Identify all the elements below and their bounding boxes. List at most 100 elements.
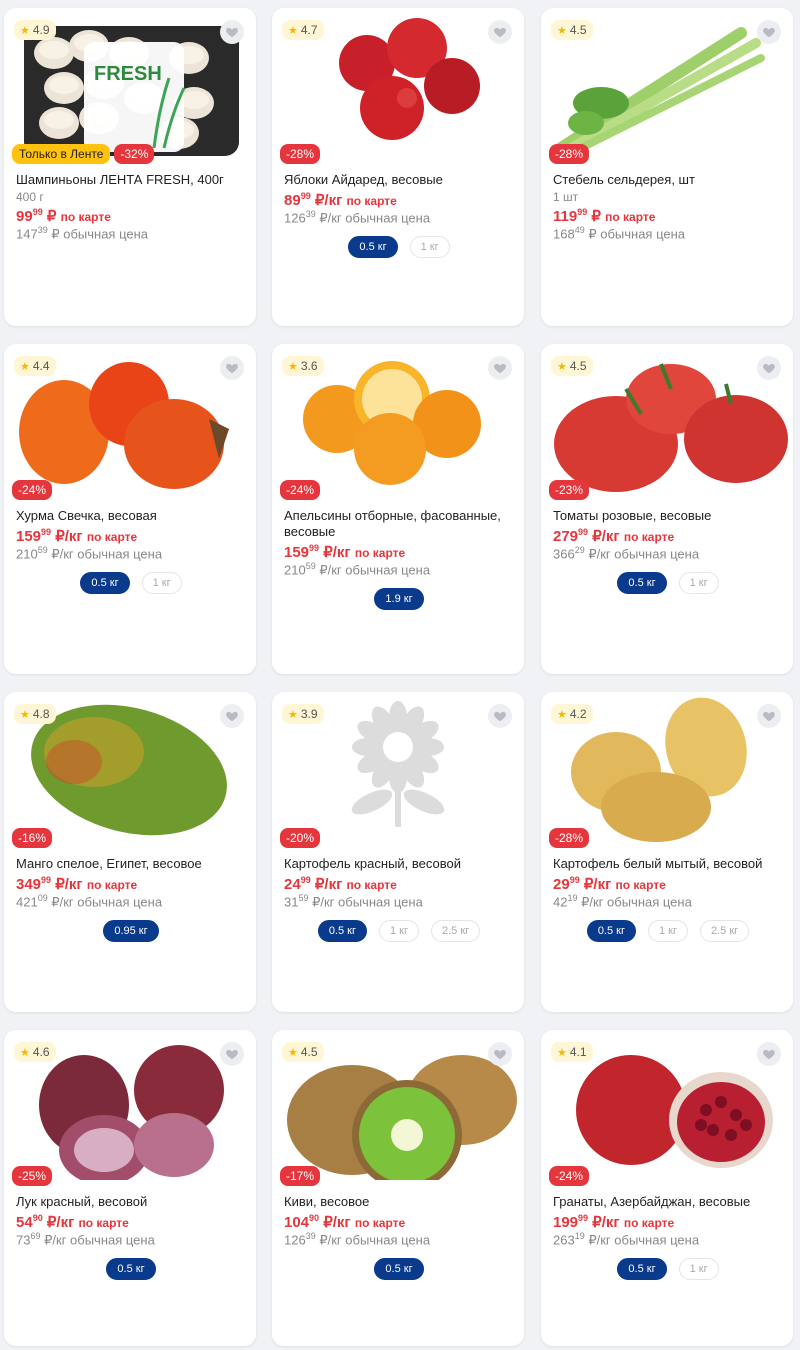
- product-image-area[interactable]: FRESH ★ 4.9 Только в Ленте -32%: [4, 8, 256, 164]
- favorite-button[interactable]: [488, 20, 512, 44]
- favorite-button[interactable]: [220, 704, 244, 728]
- product-card[interactable]: ★ 4.5 -17% Киви, весовое 10490 ₽/кг по к…: [272, 1030, 524, 1346]
- star-icon: ★: [288, 360, 298, 373]
- favorite-button[interactable]: [488, 704, 512, 728]
- product-name[interactable]: Картофель красный, весовой: [284, 856, 514, 872]
- product-name[interactable]: Киви, весовое: [284, 1194, 514, 1210]
- product-name[interactable]: Томаты розовые, весовые: [553, 508, 783, 524]
- product-image-area[interactable]: ★ 3.6 -24%: [272, 344, 524, 500]
- regular-fraction: 29: [574, 545, 585, 555]
- discount-badge: -16%: [12, 828, 53, 848]
- product-name[interactable]: Апельсины отборные, фасованные, весовые: [284, 508, 514, 540]
- regular-integer: 31: [284, 894, 299, 910]
- price-fraction: 99: [309, 543, 320, 553]
- rating-badge: ★ 4.5: [551, 20, 593, 40]
- product-image-area[interactable]: ★ 4.5 -28%: [541, 8, 793, 164]
- heart-icon: [763, 27, 775, 38]
- price-unit: ₽/кг: [323, 1214, 351, 1231]
- weight-option[interactable]: 0.5 кг: [374, 1258, 424, 1281]
- product-card[interactable]: ★ 4.1 -24% Гранаты, Азербайджан, весовые…: [541, 1030, 793, 1346]
- weight-option[interactable]: 0.5 кг: [586, 920, 636, 943]
- product-card[interactable]: ★ 4.4 -24% Хурма Свечка, весовая 15999 ₽…: [4, 344, 256, 674]
- rating-value: 4.5: [569, 23, 587, 37]
- heart-icon: [494, 711, 506, 722]
- favorite-button[interactable]: [757, 356, 781, 380]
- product-image-area[interactable]: ★ 4.6 -25%: [4, 1030, 256, 1186]
- product-image-area[interactable]: ★ 4.2 -28%: [541, 692, 793, 848]
- weight-option[interactable]: 1 кг: [678, 572, 719, 595]
- regular-integer: 126: [284, 1232, 306, 1248]
- weight-option[interactable]: 0.95 кг: [103, 920, 159, 943]
- price-unit: ₽/кг: [592, 528, 620, 545]
- product-card[interactable]: ★ 4.2 -28% Картофель белый мытый, весово…: [541, 692, 793, 1012]
- favorite-button[interactable]: [488, 1042, 512, 1066]
- product-card[interactable]: ★ 4.8 -16% Манго спелое, Египет, весовое…: [4, 692, 256, 1012]
- regular-label: ₽/кг обычная цена: [588, 1232, 700, 1248]
- weight-option[interactable]: 1 кг: [141, 572, 182, 595]
- weight-option[interactable]: 1 кг: [409, 236, 450, 259]
- price-integer: 279: [553, 528, 579, 545]
- weight-option[interactable]: 0.5 кг: [80, 572, 130, 595]
- weight-selector: 0.5 кг 1 кг: [284, 236, 514, 259]
- product-name[interactable]: Картофель белый мытый, весовой: [553, 856, 783, 872]
- weight-option[interactable]: 0.5 кг: [317, 920, 367, 943]
- badges: -16%: [12, 828, 53, 848]
- price-fraction: 90: [309, 1213, 320, 1223]
- rating-value: 4.5: [569, 359, 587, 373]
- regular-integer: 147: [16, 226, 38, 242]
- product-name[interactable]: Яблоки Айдаред, весовые: [284, 172, 514, 188]
- weight-option[interactable]: 0.5 кг: [106, 1258, 156, 1281]
- product-image-area[interactable]: ★ 4.5 -17%: [272, 1030, 524, 1186]
- price-fraction: 99: [300, 191, 311, 201]
- card-price: 11999 ₽ по карте: [553, 207, 783, 225]
- favorite-button[interactable]: [757, 20, 781, 44]
- favorite-button[interactable]: [757, 1042, 781, 1066]
- product-image-area[interactable]: ★ 4.5 -23%: [541, 344, 793, 500]
- product-name[interactable]: Манго спелое, Египет, весовое: [16, 856, 246, 872]
- favorite-button[interactable]: [220, 1042, 244, 1066]
- product-card[interactable]: ★ 4.5 -28% Стебель сельдерея, шт 1 шт 11…: [541, 8, 793, 326]
- price-fraction: 99: [578, 1213, 589, 1223]
- product-name[interactable]: Шампиньоны ЛЕНТА FRESH, 400г: [16, 172, 246, 188]
- regular-label: ₽/кг обычная цена: [44, 1232, 155, 1248]
- regular-price: 21059 ₽/кг обычная цена: [16, 545, 246, 562]
- product-card[interactable]: ★ 4.7 -28% Яблоки Айдаред, весовые 8999 …: [272, 8, 524, 326]
- weight-option[interactable]: 1 кг: [678, 1258, 719, 1281]
- product-card[interactable]: FRESH ★ 4.9 Только в Ленте -32% Шампиньо…: [4, 8, 256, 326]
- product-card[interactable]: ★ 3.9 -20% Картофель красный, весовой 24…: [272, 692, 524, 1012]
- product-name[interactable]: Хурма Свечка, весовая: [16, 508, 246, 524]
- weight-option[interactable]: 1 кг: [379, 920, 419, 943]
- product-image-area[interactable]: ★ 4.4 -24%: [4, 344, 256, 500]
- price-label: по карте: [623, 530, 675, 544]
- regular-price: 4219 ₽/кг обычная цена: [553, 893, 783, 910]
- product-card[interactable]: ★ 3.6 -24% Апельсины отборные, фасованны…: [272, 344, 524, 674]
- weight-option[interactable]: 0.5 кг: [348, 236, 398, 259]
- star-icon: ★: [288, 1046, 298, 1059]
- weight-option[interactable]: 1 кг: [648, 920, 688, 943]
- product-image-area[interactable]: ★ 4.7 -28%: [272, 8, 524, 164]
- weight-option[interactable]: 0.5 кг: [617, 572, 667, 595]
- favorite-button[interactable]: [220, 356, 244, 380]
- product-name[interactable]: Гранаты, Азербайджан, весовые: [553, 1194, 783, 1210]
- regular-fraction: 39: [305, 209, 316, 219]
- star-icon: ★: [557, 24, 567, 37]
- product-card[interactable]: ★ 4.6 -25% Лук красный, весовой 5490 ₽/к…: [4, 1030, 256, 1346]
- weight-option[interactable]: 1.9 кг: [374, 588, 424, 611]
- price-label: по карте: [78, 1216, 129, 1230]
- product-name[interactable]: Стебель сельдерея, шт: [553, 172, 783, 188]
- price-unit: ₽/кг: [46, 1214, 75, 1231]
- product-image-area[interactable]: ★ 4.1 -24%: [541, 1030, 793, 1186]
- favorite-button[interactable]: [488, 356, 512, 380]
- weight-option[interactable]: 0.5 кг: [617, 1258, 667, 1281]
- rating-badge: ★ 4.5: [551, 356, 593, 376]
- favorite-button[interactable]: [220, 20, 244, 44]
- product-image-area[interactable]: ★ 4.8 -16%: [4, 692, 256, 848]
- product-card[interactable]: ★ 4.5 -23% Томаты розовые, весовые 27999…: [541, 344, 793, 674]
- weight-option[interactable]: 2.5 кг: [700, 920, 750, 943]
- weight-option[interactable]: 2.5 кг: [431, 920, 481, 943]
- product-unit: 400 г: [16, 190, 44, 204]
- product-name[interactable]: Лук красный, весовой: [16, 1194, 246, 1210]
- favorite-button[interactable]: [757, 704, 781, 728]
- product-image-area[interactable]: ★ 3.9 -20%: [272, 692, 524, 848]
- regular-integer: 168: [553, 226, 575, 242]
